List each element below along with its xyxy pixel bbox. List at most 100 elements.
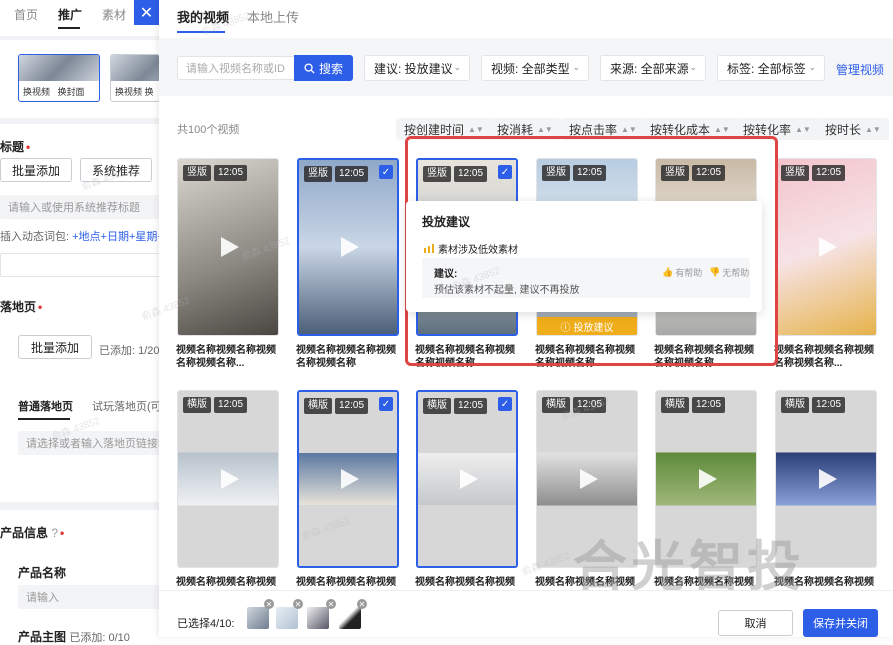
video-tags: 竖版 12:05 bbox=[183, 165, 248, 181]
video-tags: 竖版 12:05 bbox=[781, 165, 846, 181]
video-card[interactable]: 竖版 12:05 bbox=[775, 158, 877, 336]
landing-added-count: 已添加: 1/20 bbox=[99, 345, 160, 357]
tab-home[interactable]: 首页 bbox=[14, 6, 38, 23]
video-title: 视频名称视频名称视频名称视频名称 bbox=[296, 345, 396, 369]
sort-arrows-icon: ▲▼ bbox=[621, 124, 637, 134]
manage-videos-link[interactable]: 管理视频 bbox=[836, 61, 884, 78]
duration-badge: 12:05 bbox=[214, 165, 248, 181]
video-card[interactable]: 竖版 12:05 ✓ bbox=[297, 158, 399, 336]
sort-arrows-icon: ▲▼ bbox=[795, 124, 811, 134]
creative-thumb-2[interactable]: 换视频 换 bbox=[110, 54, 160, 102]
replace-cover-link[interactable]: 换封面 bbox=[58, 87, 85, 97]
tab-normal-landing[interactable]: 普通落地页 bbox=[18, 398, 73, 414]
video-card[interactable]: 横版 12:05 ✓ bbox=[297, 390, 399, 568]
orientation-badge: 横版 bbox=[781, 397, 809, 413]
landing-label: 落地页 • bbox=[0, 300, 43, 314]
duration-badge: 12:05 bbox=[335, 166, 369, 182]
orientation-badge: 竖版 bbox=[304, 166, 332, 182]
remove-icon[interactable]: ✕ bbox=[264, 599, 274, 609]
duration-badge: 12:05 bbox=[692, 397, 726, 413]
search-button-label: 搜索 bbox=[318, 61, 343, 76]
product-name-input[interactable]: 请输入 bbox=[18, 585, 160, 609]
remove-icon[interactable]: ✕ bbox=[326, 599, 336, 609]
cancel-button[interactable]: 取消 bbox=[718, 610, 793, 636]
not-helpful-button[interactable]: 👎 无帮助 bbox=[709, 266, 749, 279]
video-title: 视频名称视频名称视频名称 bbox=[176, 577, 276, 588]
title-label: 标题 • bbox=[0, 140, 31, 154]
video-tags: 横版 12:05 bbox=[661, 397, 726, 413]
creative-thumb-1[interactable]: 换视频 换封面 bbox=[18, 54, 100, 102]
filter-tags[interactable]: 标签: 全部标签 ⌄ bbox=[717, 55, 825, 81]
sort-arrows-icon: ▲▼ bbox=[468, 124, 484, 134]
video-select-drawer: 我的视频 本地上传 请输入视频名称或ID 搜索 建议: 投放建议 ⌄ 视频: 全部… bbox=[159, 0, 893, 637]
filter-suggestion[interactable]: 建议: 投放建议 ⌄ bbox=[364, 55, 470, 81]
thumbs-up-icon: 👍 bbox=[662, 267, 674, 277]
chevron-down-icon: ⌄ bbox=[572, 62, 580, 72]
duration-badge: 12:05 bbox=[812, 397, 846, 413]
save-close-button[interactable]: 保存并关闭 bbox=[803, 609, 878, 637]
filter-video-type[interactable]: 视频: 全部类型 ⌄ bbox=[481, 55, 589, 81]
tab-promote[interactable]: 推广 bbox=[58, 6, 82, 23]
tab-normal-underline bbox=[18, 418, 70, 420]
play-icon[interactable] bbox=[699, 469, 717, 489]
dynamic-words-label: 插入动态词包: +地点+日期+星期+年 bbox=[0, 231, 175, 243]
orientation-badge: 竖版 bbox=[781, 165, 809, 181]
thumb-actions[interactable]: 换视频 换 bbox=[115, 85, 154, 98]
video-title: 视频名称视频名称视频名称视频名称... bbox=[774, 345, 874, 369]
title-input-2[interactable] bbox=[0, 253, 160, 277]
tab-material[interactable]: 素材 bbox=[102, 6, 126, 23]
popover-item: 素材涉及低效素材 bbox=[424, 241, 518, 256]
remove-icon[interactable]: ✕ bbox=[357, 599, 367, 609]
play-icon[interactable] bbox=[819, 469, 837, 489]
tab-trial-landing[interactable]: 试玩落地页(可 bbox=[92, 398, 162, 414]
video-card[interactable]: 横版 12:05 bbox=[177, 390, 279, 568]
chevron-down-icon: ⌄ bbox=[453, 62, 461, 72]
orientation-badge: 横版 bbox=[183, 397, 211, 413]
checkbox-checked-icon[interactable]: ✓ bbox=[379, 165, 393, 179]
orientation-badge: 横版 bbox=[661, 397, 689, 413]
title-input[interactable]: 请输入或使用系统推荐标题 bbox=[0, 195, 160, 219]
selected-count: 已选择4/10: bbox=[177, 618, 235, 630]
bar-chart-icon bbox=[424, 244, 434, 253]
filter-source[interactable]: 来源: 全部来源 ⌄ bbox=[600, 55, 706, 81]
play-icon[interactable] bbox=[580, 469, 598, 489]
batch-add-button[interactable]: 批量添加 bbox=[0, 158, 72, 182]
play-icon[interactable] bbox=[819, 237, 837, 257]
landing-input[interactable]: 请选择或者输入落地页链接地 bbox=[18, 431, 160, 455]
selected-thumb-1 bbox=[247, 607, 269, 629]
remove-icon[interactable]: ✕ bbox=[293, 599, 303, 609]
selected-thumb-4 bbox=[339, 607, 361, 629]
total-count: 共100个视频 bbox=[177, 124, 240, 136]
suggestion-popover: 投放建议 素材涉及低效素材 建议: 预估该素材不起量, 建议不再投放 👍 有帮助 … bbox=[406, 201, 762, 312]
landing-section bbox=[0, 290, 160, 502]
video-title: 视频名称视频名称视频名称 bbox=[296, 577, 396, 588]
play-icon[interactable] bbox=[460, 469, 478, 489]
product-info-label: 产品信息 ? • bbox=[0, 526, 65, 540]
play-icon[interactable] bbox=[341, 237, 359, 257]
checkbox-checked-icon[interactable]: ✓ bbox=[498, 397, 512, 411]
replace-video-link[interactable]: 换视频 bbox=[23, 87, 50, 97]
duration-badge: 12:05 bbox=[812, 165, 846, 181]
play-icon[interactable] bbox=[341, 469, 359, 489]
search-input[interactable]: 请输入视频名称或ID bbox=[177, 56, 295, 80]
chevron-down-icon: ⌄ bbox=[689, 62, 697, 72]
product-main-added: 已添加: 0/10 bbox=[69, 632, 130, 644]
orientation-badge: 横版 bbox=[304, 398, 332, 414]
checkbox-checked-icon[interactable]: ✓ bbox=[379, 397, 393, 411]
tab-local-upload[interactable]: 本地上传 bbox=[247, 7, 299, 26]
orientation-badge: 竖版 bbox=[183, 165, 211, 181]
search-button[interactable]: 搜索 bbox=[294, 55, 353, 81]
tab-underline bbox=[58, 27, 80, 29]
landing-batch-add-button[interactable]: 批量添加 bbox=[18, 335, 92, 359]
duration-badge: 12:05 bbox=[454, 398, 488, 414]
popover-title: 投放建议 bbox=[422, 215, 471, 229]
help-icon[interactable]: ? bbox=[51, 526, 58, 540]
play-icon[interactable] bbox=[221, 237, 239, 257]
video-card[interactable]: 横版 12:05 ✓ bbox=[416, 390, 518, 568]
duration-badge: 12:05 bbox=[335, 398, 369, 414]
sort-duration[interactable]: 按时长 ▲▼ bbox=[817, 118, 889, 140]
close-drawer-button[interactable]: ✕ bbox=[134, 0, 159, 25]
play-icon[interactable] bbox=[221, 469, 239, 489]
helpful-button[interactable]: 👍 有帮助 bbox=[662, 266, 702, 279]
video-tags: 竖版 12:05 bbox=[304, 166, 369, 182]
